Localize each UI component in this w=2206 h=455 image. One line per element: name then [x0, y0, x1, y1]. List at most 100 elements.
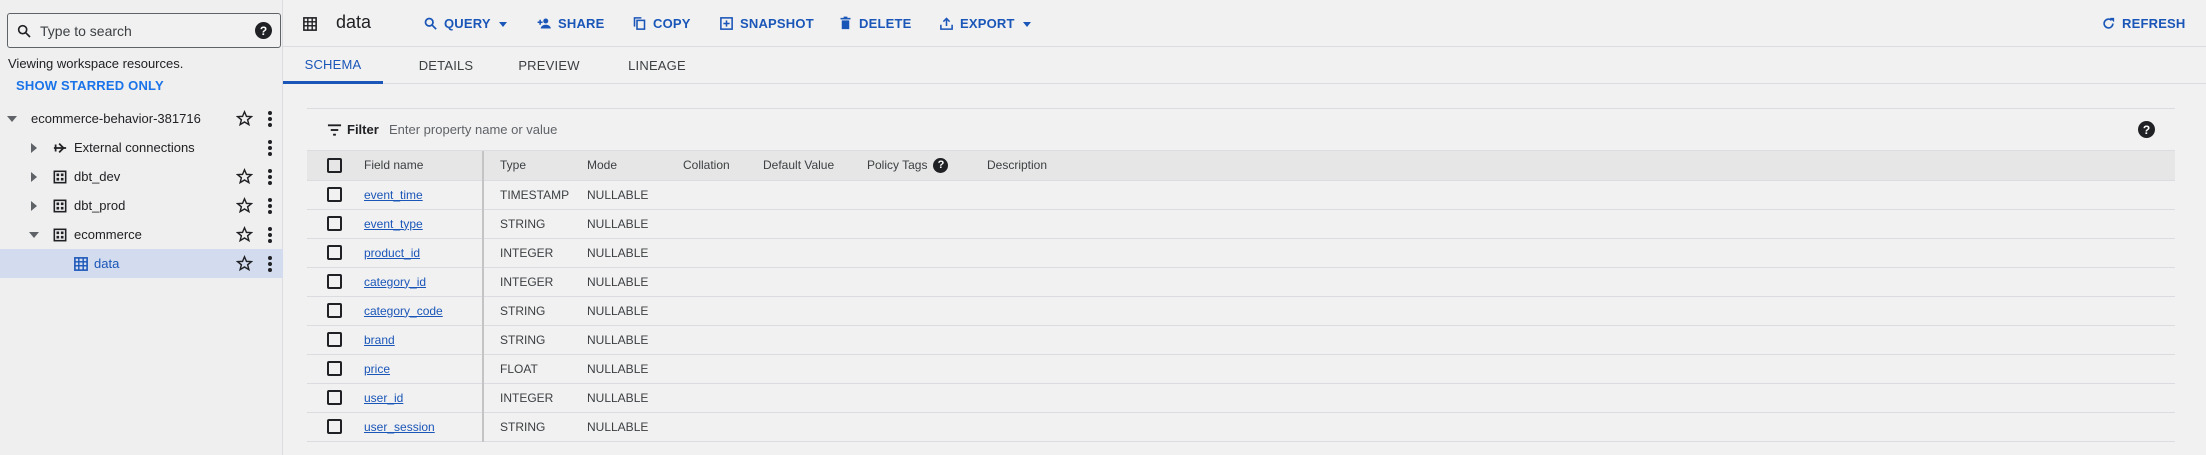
tab-details[interactable]: DETAILS [401, 47, 491, 84]
caret-right-icon[interactable] [28, 200, 40, 212]
mode-cell: NULLABLE [587, 209, 683, 239]
table-row: category_id INTEGER NULLABLE [307, 267, 2175, 297]
caret-right-icon[interactable] [28, 142, 40, 154]
caret-right-icon[interactable] [28, 171, 40, 183]
filter-icon[interactable] [327, 123, 342, 137]
star-icon[interactable] [236, 255, 253, 272]
tree-item-dbt-dev[interactable]: dbt_dev [0, 162, 283, 191]
star-icon[interactable] [236, 197, 253, 214]
tree-item-project[interactable]: ecommerce-behavior-381716 [0, 104, 283, 133]
explorer-panel: ? Viewing workspace resources. SHOW STAR… [0, 0, 283, 455]
help-icon[interactable]: ? [2138, 121, 2155, 138]
collation-cell [683, 296, 763, 326]
field-name-link[interactable]: user_id [364, 391, 403, 405]
help-icon[interactable]: ? [933, 157, 949, 173]
row-select-cell [307, 209, 364, 239]
search-input[interactable] [40, 22, 255, 39]
select-all-checkbox[interactable] [327, 157, 342, 173]
delete-button[interactable]: DELETE [838, 16, 911, 31]
schema-table: Field name Type Mode Collation Default V… [307, 151, 2175, 442]
row-checkbox[interactable] [327, 216, 342, 232]
more-vert-icon[interactable] [262, 197, 278, 215]
field-name-cell: category_id [364, 267, 484, 297]
share-button[interactable]: SHARE [537, 16, 605, 31]
delete-icon [840, 16, 851, 30]
policy-tags-cell [867, 267, 987, 297]
column-header-mode[interactable]: Mode [587, 151, 683, 181]
column-header-default-value[interactable]: Default Value [763, 151, 867, 181]
field-name-link[interactable]: event_type [364, 217, 423, 231]
filter-input[interactable] [389, 122, 1189, 137]
row-select-cell [307, 412, 364, 442]
description-cell [987, 238, 2175, 268]
row-select-cell [307, 180, 364, 210]
collation-cell [683, 354, 763, 384]
search-box[interactable]: ? [7, 13, 281, 48]
row-checkbox[interactable] [327, 274, 342, 290]
table-row: category_code STRING NULLABLE [307, 296, 2175, 326]
tree-item-data[interactable]: data [0, 249, 283, 278]
tree-item-external-connections[interactable]: External connections [0, 133, 283, 162]
collation-cell [683, 383, 763, 413]
export-button[interactable]: EXPORT [939, 16, 1032, 31]
table-row: price FLOAT NULLABLE [307, 354, 2175, 384]
caret-down-icon[interactable] [6, 113, 18, 125]
refresh-button[interactable]: REFRESH [2101, 16, 2186, 31]
row-checkbox[interactable] [327, 390, 342, 406]
more-vert-icon[interactable] [262, 110, 278, 128]
row-select-cell [307, 267, 364, 297]
copy-button[interactable]: COPY [632, 16, 691, 31]
field-name-link[interactable]: user_session [364, 420, 435, 434]
tab-lineage[interactable]: LINEAGE [607, 47, 707, 84]
caret-down-icon[interactable] [28, 229, 40, 241]
star-icon[interactable] [236, 226, 253, 243]
caret-down-icon [1022, 21, 1031, 27]
tree-item-dbt-prod[interactable]: dbt_prod [0, 191, 283, 220]
tab-preview[interactable]: PREVIEW [499, 47, 599, 84]
tab-schema[interactable]: SCHEMA [283, 47, 383, 84]
row-checkbox[interactable] [327, 187, 342, 203]
show-starred-button[interactable]: SHOW STARRED ONLY [16, 78, 164, 93]
column-header-field-name[interactable]: Field name [364, 151, 484, 181]
field-name-link[interactable]: brand [364, 333, 395, 347]
star-icon[interactable] [236, 110, 253, 127]
column-header-description[interactable]: Description [987, 151, 2175, 181]
default-value-cell [763, 383, 867, 413]
policy-tags-cell [867, 296, 987, 326]
row-checkbox[interactable] [327, 332, 342, 348]
row-checkbox[interactable] [327, 245, 342, 261]
type-cell: INTEGER [483, 238, 587, 268]
type-cell: STRING [483, 296, 587, 326]
mode-cell: NULLABLE [587, 412, 683, 442]
star-icon[interactable] [236, 168, 253, 185]
field-name-link[interactable]: event_time [364, 188, 423, 202]
dataset-icon [53, 199, 67, 212]
table-icon [303, 17, 317, 31]
tree-item-label: ecommerce-behavior-381716 [31, 111, 201, 126]
more-vert-icon[interactable] [262, 139, 278, 157]
field-name-link[interactable]: category_id [364, 275, 426, 289]
column-header-collation[interactable]: Collation [683, 151, 763, 181]
tree-item-ecommerce[interactable]: ecommerce [0, 220, 283, 249]
table-row: user_id INTEGER NULLABLE [307, 383, 2175, 413]
row-checkbox[interactable] [327, 361, 342, 377]
more-vert-icon[interactable] [262, 255, 278, 273]
mode-cell: NULLABLE [587, 238, 683, 268]
table-row: user_session STRING NULLABLE [307, 412, 2175, 442]
field-name-link[interactable]: price [364, 362, 390, 376]
snapshot-button[interactable]: SNAPSHOT [719, 16, 814, 31]
policy-tags-cell [867, 325, 987, 355]
more-vert-icon[interactable] [262, 168, 278, 186]
default-value-cell [763, 238, 867, 268]
row-checkbox[interactable] [327, 303, 342, 319]
row-select-cell [307, 238, 364, 268]
help-icon[interactable]: ? [255, 22, 272, 39]
field-name-link[interactable]: category_code [364, 304, 443, 318]
row-checkbox[interactable] [327, 419, 342, 435]
column-header-type[interactable]: Type [483, 151, 587, 181]
column-header-policy-tags[interactable]: Policy Tags? [867, 151, 987, 181]
field-name-link[interactable]: product_id [364, 246, 420, 260]
query-button[interactable]: QUERY [423, 16, 508, 31]
description-cell [987, 296, 2175, 326]
more-vert-icon[interactable] [262, 226, 278, 244]
